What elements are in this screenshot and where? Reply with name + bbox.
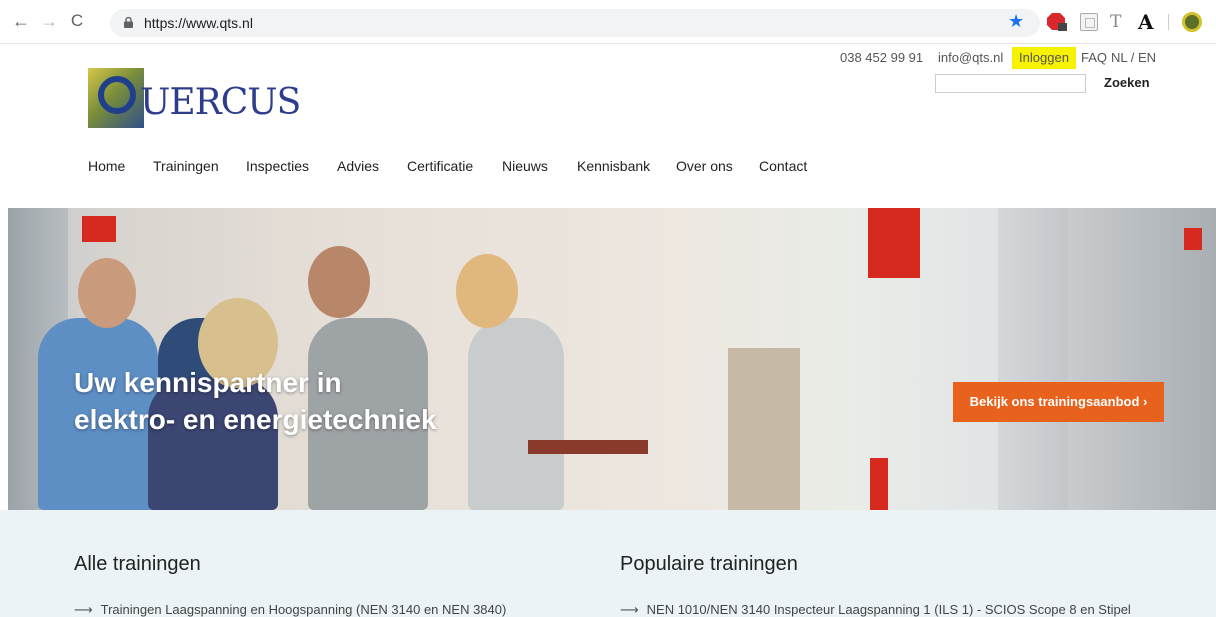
- hero-photo-switchgear: [1068, 208, 1216, 510]
- reload-icon[interactable]: C: [66, 10, 88, 32]
- search-button[interactable]: Zoeken: [1104, 75, 1150, 90]
- browser-toolbar: ← → C https://www.qts.nl ★ T A: [0, 0, 1216, 44]
- nav-kennisbank[interactable]: Kennisbank: [577, 158, 650, 174]
- nav-home[interactable]: Home: [88, 158, 125, 174]
- nav-contact[interactable]: Contact: [759, 158, 807, 174]
- login-link[interactable]: Inloggen: [1012, 47, 1076, 69]
- nav-trainingen[interactable]: Trainingen: [153, 158, 219, 174]
- extension-box-icon[interactable]: [1080, 13, 1098, 31]
- hero-title: Uw kennispartner in elektro- en energiet…: [74, 364, 437, 438]
- text-extension-icon[interactable]: T: [1110, 12, 1121, 32]
- nav-over-ons[interactable]: Over ons: [676, 158, 733, 174]
- phone-link[interactable]: 038 452 99 91: [840, 47, 923, 69]
- back-arrow-icon[interactable]: ←: [10, 10, 32, 32]
- language-switch[interactable]: NL / EN: [1111, 47, 1156, 69]
- nav-inspecties[interactable]: Inspecties: [246, 158, 309, 174]
- font-extension-icon[interactable]: A: [1138, 12, 1154, 32]
- all-trainings-title: Alle trainingen: [74, 553, 201, 575]
- hero-photo-cabinet: [998, 208, 1068, 510]
- all-trainings-link-text: Trainingen Laagspanning en Hoogspanning …: [100, 602, 507, 617]
- hero-photo-red-marker: [1184, 228, 1202, 250]
- logo-ring-icon: [98, 76, 136, 114]
- lock-icon: [124, 17, 133, 28]
- popular-trainings-link[interactable]: ⟶ NEN 1010/NEN 3140 Inspecteur Laagspanni…: [620, 602, 1131, 617]
- address-bar[interactable]: https://www.qts.nl: [110, 9, 1040, 37]
- bookmark-star-icon[interactable]: ★: [1008, 10, 1024, 32]
- nav-advies[interactable]: Advies: [337, 158, 379, 174]
- hero-photo-person: [468, 318, 564, 510]
- hero-photo-display-case: [728, 348, 800, 510]
- hero-banner: Uw kennispartner in elektro- en energiet…: [8, 208, 1216, 510]
- toolbar-divider: [1168, 14, 1169, 30]
- url-text: https://www.qts.nl: [144, 15, 253, 31]
- hero-title-line-2: elektro- en energietechniek: [74, 404, 437, 435]
- hero-photo-head: [78, 258, 136, 328]
- logo-mark: [88, 68, 144, 128]
- site-logo[interactable]: UERCUS: [88, 68, 301, 128]
- forward-arrow-icon[interactable]: →: [38, 10, 60, 32]
- all-trainings-link[interactable]: ⟶ Trainingen Laagspanning en Hoogspanning…: [74, 602, 506, 617]
- hero-photo-head: [308, 246, 370, 318]
- hero-photo-red-tank: [870, 458, 888, 510]
- adblock-extension-icon[interactable]: [1046, 12, 1068, 32]
- search-input[interactable]: [935, 74, 1086, 93]
- hero-photo-head: [456, 254, 518, 328]
- hero-photo-red-box: [868, 208, 920, 278]
- nav-nieuws[interactable]: Nieuws: [502, 158, 548, 174]
- arrow-right-icon: ⟶: [74, 602, 93, 617]
- hero-title-line-1: Uw kennispartner in: [74, 367, 342, 398]
- hero-photo-sign: [82, 216, 116, 242]
- arrow-right-icon: ⟶: [620, 602, 639, 617]
- hero-photo-cable: [528, 440, 648, 454]
- faq-link[interactable]: FAQ: [1081, 47, 1107, 69]
- profile-avatar-icon[interactable]: [1182, 12, 1202, 32]
- popular-trainings-link-text: NEN 1010/NEN 3140 Inspecteur Laagspannin…: [646, 602, 1131, 617]
- nav-certificatie[interactable]: Certificatie: [407, 158, 473, 174]
- training-offer-button[interactable]: Bekijk ons trainingsaanbod ›: [953, 382, 1164, 422]
- popular-trainings-title: Populaire trainingen: [620, 553, 798, 575]
- email-link[interactable]: info@qts.nl: [938, 47, 1003, 69]
- logo-text: UERCUS: [140, 82, 301, 123]
